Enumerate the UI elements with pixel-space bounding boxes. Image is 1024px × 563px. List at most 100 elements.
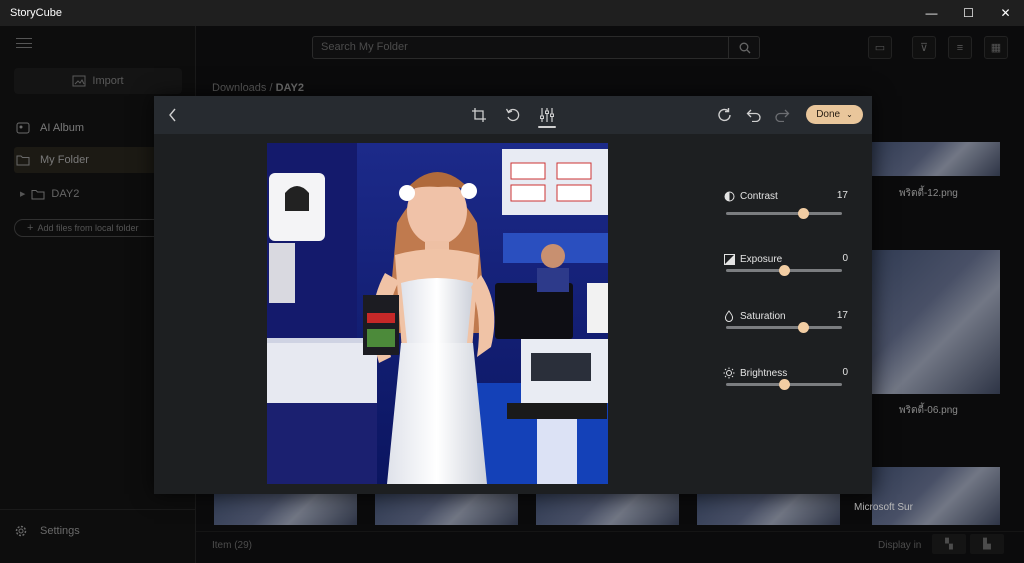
sort-icon: ≡ <box>956 41 964 54</box>
back-button[interactable] <box>162 105 184 125</box>
map-view-button[interactable]: ▭ <box>868 36 892 59</box>
adjustment-label: Contrast <box>740 190 778 202</box>
adjustment-value: 0 <box>842 367 848 378</box>
thumbnail-label: พริตตี้-06.png <box>899 405 958 416</box>
thumbnail-label: พริตตี้-12.png <box>899 188 958 199</box>
tree-item-label: DAY2 <box>51 188 80 200</box>
done-label: Done <box>816 109 841 120</box>
breadcrumb-root[interactable]: Downloads <box>212 82 266 94</box>
map-icon: ▭ <box>874 42 886 54</box>
sidebar-item-label: My Folder <box>40 154 89 166</box>
active-tab-indicator <box>538 126 556 128</box>
redo-button[interactable] <box>771 105 793 125</box>
folder-icon <box>16 154 30 166</box>
redo-icon <box>775 109 790 122</box>
adjustment-row: Contrast 17 <box>722 188 848 204</box>
divider <box>0 509 196 510</box>
display-mode-button[interactable]: ▙ <box>970 534 1004 554</box>
plus-icon: + <box>27 222 34 234</box>
chevron-left-icon <box>169 108 176 122</box>
photo-editor-dialog: Done ⌄ Contrast 17 Exposure 0 Saturation… <box>154 96 872 494</box>
slider-handle[interactable] <box>779 379 790 390</box>
undo-button[interactable] <box>743 105 765 125</box>
window-controls: — ☐ ✕ <box>913 0 1024 26</box>
photo-thumbnail[interactable] <box>536 493 679 525</box>
adjustment-value: 17 <box>836 190 848 201</box>
rotate-button[interactable] <box>502 105 524 125</box>
settings-label: Settings <box>40 525 80 537</box>
adjustment-label: Brightness <box>740 367 788 379</box>
adjustment-contrast: Contrast 17 <box>722 188 848 219</box>
app-title: StoryCube <box>10 7 62 19</box>
display-list-icon: ▙ <box>983 538 991 550</box>
slider-handle[interactable] <box>797 322 809 333</box>
crop-icon <box>472 108 486 122</box>
import-icon <box>72 75 86 87</box>
brightness-slider[interactable] <box>726 379 842 390</box>
adjustment-saturation: Saturation 17 <box>722 308 848 333</box>
sidebar-item-label: AI Album <box>40 122 85 134</box>
adjustment-label: Exposure <box>740 253 783 265</box>
done-button[interactable]: Done ⌄ <box>806 105 863 124</box>
photo-canvas[interactable] <box>267 143 608 484</box>
photo-thumbnail[interactable] <box>872 250 1000 394</box>
import-button[interactable]: Import <box>14 68 182 94</box>
title-bar: StoryCube — ☐ ✕ <box>0 0 1024 26</box>
menu-icon[interactable] <box>16 38 32 48</box>
expand-arrow-icon[interactable]: ▶ <box>20 190 25 198</box>
saturation-icon <box>722 310 736 322</box>
display-in-label: Display in <box>878 540 922 551</box>
breadcrumb-current: DAY2 <box>275 82 304 94</box>
photo-thumbnail[interactable] <box>214 493 357 525</box>
display-grid-icon: ▚ <box>945 538 953 550</box>
reset-button[interactable] <box>714 105 736 125</box>
chevron-down-icon: ⌄ <box>846 110 853 119</box>
slider-handle[interactable] <box>797 208 809 219</box>
app-window: StoryCube — ☐ ✕ Import AI Album My Folde… <box>0 0 1024 563</box>
saturation-slider[interactable] <box>726 322 842 333</box>
contrast-slider[interactable] <box>726 208 842 219</box>
adjustment-label: Saturation <box>740 310 786 322</box>
settings-button[interactable]: Settings <box>14 524 80 538</box>
adjustment-value: 0 <box>842 253 848 264</box>
adjustment-row: Saturation 17 <box>722 308 848 324</box>
display-mode-button[interactable]: ▚ <box>932 534 966 554</box>
add-files-label: Add files from local folder <box>37 223 139 233</box>
filter-icon: ⊽ <box>919 42 929 54</box>
undo-icon <box>746 109 761 122</box>
contrast-icon <box>722 191 736 202</box>
grid-view-button[interactable]: ▦ <box>984 36 1008 59</box>
adjust-button[interactable] <box>536 105 558 125</box>
search-button[interactable] <box>728 36 760 59</box>
photo-image <box>267 143 608 484</box>
gear-icon <box>15 525 27 537</box>
filter-button[interactable]: ⊽ <box>912 36 936 59</box>
adjustment-exposure: Exposure 0 <box>722 251 848 276</box>
photo-thumbnail[interactable] <box>872 142 1000 176</box>
breadcrumb-separator: / <box>269 82 273 94</box>
exposure-slider[interactable] <box>726 265 842 276</box>
sort-button[interactable]: ≡ <box>948 36 972 59</box>
thumbnail-label: Microsoft Sur <box>854 502 913 513</box>
brightness-icon <box>722 367 736 379</box>
minimize-button[interactable]: — <box>913 0 950 26</box>
editor-toolbar: Done ⌄ <box>154 96 872 134</box>
exposure-icon <box>722 253 736 265</box>
refresh-icon <box>718 108 731 122</box>
rotate-icon <box>505 108 520 122</box>
photo-thumbnail[interactable] <box>375 493 518 525</box>
adjustment-brightness: Brightness 0 <box>722 365 848 390</box>
sliders-icon <box>540 108 554 122</box>
ai-album-icon <box>16 122 30 134</box>
adjustment-value: 17 <box>836 310 848 321</box>
photo-thumbnail[interactable] <box>872 467 1000 525</box>
photo-thumbnail[interactable] <box>697 493 840 525</box>
import-label: Import <box>92 75 124 87</box>
search-icon <box>739 42 750 53</box>
breadcrumb: Downloads / DAY2 <box>212 82 304 94</box>
crop-button[interactable] <box>468 105 490 125</box>
slider-handle[interactable] <box>779 265 790 276</box>
search-input[interactable]: Search My Folder <box>312 36 760 59</box>
close-button[interactable]: ✕ <box>987 0 1024 26</box>
maximize-button[interactable]: ☐ <box>950 0 987 26</box>
